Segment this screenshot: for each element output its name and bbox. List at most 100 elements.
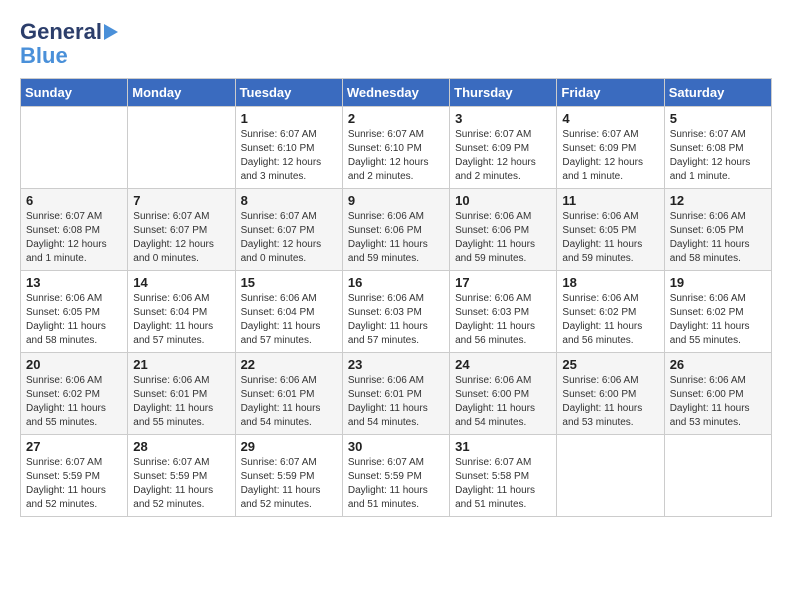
cell-info: Sunrise: 6:06 AM Sunset: 6:05 PM Dayligh… xyxy=(562,210,658,266)
day-number: 15 xyxy=(241,275,337,290)
cell-info: Sunrise: 6:06 AM Sunset: 6:02 PM Dayligh… xyxy=(670,292,766,348)
column-header-saturday: Saturday xyxy=(664,79,771,107)
day-number: 26 xyxy=(670,357,766,372)
cell-info: Sunrise: 6:06 AM Sunset: 6:05 PM Dayligh… xyxy=(26,292,122,348)
column-header-thursday: Thursday xyxy=(450,79,557,107)
day-number: 29 xyxy=(241,439,337,454)
calendar-cell: 12 Sunrise: 6:06 AM Sunset: 6:05 PM Dayli… xyxy=(664,189,771,271)
cell-info: Sunrise: 6:06 AM Sunset: 6:00 PM Dayligh… xyxy=(562,374,658,430)
cell-info: Sunrise: 6:06 AM Sunset: 6:01 PM Dayligh… xyxy=(241,374,337,430)
cell-info: Sunrise: 6:07 AM Sunset: 6:10 PM Dayligh… xyxy=(348,128,444,184)
cell-info: Sunrise: 6:06 AM Sunset: 6:05 PM Dayligh… xyxy=(670,210,766,266)
calendar-cell: 15 Sunrise: 6:06 AM Sunset: 6:04 PM Dayli… xyxy=(235,271,342,353)
logo-arrow-icon xyxy=(104,24,118,40)
cell-info: Sunrise: 6:07 AM Sunset: 6:09 PM Dayligh… xyxy=(562,128,658,184)
logo: General Blue xyxy=(20,20,118,68)
week-row-5: 27 Sunrise: 6:07 AM Sunset: 5:59 PM Dayli… xyxy=(21,435,772,517)
cell-info: Sunrise: 6:06 AM Sunset: 6:06 PM Dayligh… xyxy=(348,210,444,266)
calendar-cell: 26 Sunrise: 6:06 AM Sunset: 6:00 PM Dayli… xyxy=(664,353,771,435)
day-number: 14 xyxy=(133,275,229,290)
calendar-cell xyxy=(557,435,664,517)
day-number: 22 xyxy=(241,357,337,372)
calendar-cell: 18Sunrise: 6:06 AM Sunset: 6:02 PM Dayli… xyxy=(557,271,664,353)
week-row-2: 6 Sunrise: 6:07 AM Sunset: 6:08 PM Daylig… xyxy=(21,189,772,271)
calendar-cell: 22 Sunrise: 6:06 AM Sunset: 6:01 PM Dayli… xyxy=(235,353,342,435)
day-number: 24 xyxy=(455,357,551,372)
calendar-cell: 27 Sunrise: 6:07 AM Sunset: 5:59 PM Dayli… xyxy=(21,435,128,517)
calendar-table: SundayMondayTuesdayWednesdayThursdayFrid… xyxy=(20,78,772,517)
cell-info: Sunrise: 6:06 AM Sunset: 6:03 PM Dayligh… xyxy=(455,292,551,348)
day-number: 30 xyxy=(348,439,444,454)
cell-info: Sunrise: 6:06 AM Sunset: 6:04 PM Dayligh… xyxy=(133,292,229,348)
cell-info: Sunrise: 6:07 AM Sunset: 6:09 PM Dayligh… xyxy=(455,128,551,184)
cell-info: Sunrise: 6:06 AM Sunset: 6:06 PM Dayligh… xyxy=(455,210,551,266)
week-row-1: 1 Sunrise: 6:07 AM Sunset: 6:10 PM Daylig… xyxy=(21,107,772,189)
calendar-cell: 30Sunrise: 6:07 AM Sunset: 5:59 PM Dayli… xyxy=(342,435,449,517)
calendar-cell: 10 Sunrise: 6:06 AM Sunset: 6:06 PM Dayli… xyxy=(450,189,557,271)
day-number: 27 xyxy=(26,439,122,454)
day-number: 12 xyxy=(670,193,766,208)
calendar-body: 1 Sunrise: 6:07 AM Sunset: 6:10 PM Daylig… xyxy=(21,107,772,517)
cell-info: Sunrise: 6:06 AM Sunset: 6:00 PM Dayligh… xyxy=(455,374,551,430)
calendar-cell xyxy=(128,107,235,189)
cell-info: Sunrise: 6:07 AM Sunset: 6:07 PM Dayligh… xyxy=(133,210,229,266)
calendar-cell: 20Sunrise: 6:06 AM Sunset: 6:02 PM Dayli… xyxy=(21,353,128,435)
day-number: 6 xyxy=(26,193,122,208)
cell-info: Sunrise: 6:07 AM Sunset: 5:58 PM Dayligh… xyxy=(455,456,551,512)
calendar-cell: 11 Sunrise: 6:06 AM Sunset: 6:05 PM Dayli… xyxy=(557,189,664,271)
day-number: 1 xyxy=(241,111,337,126)
day-number: 28 xyxy=(133,439,229,454)
day-number: 17 xyxy=(455,275,551,290)
day-number: 23 xyxy=(348,357,444,372)
calendar-cell: 4 Sunrise: 6:07 AM Sunset: 6:09 PM Daylig… xyxy=(557,107,664,189)
calendar-cell: 8Sunrise: 6:07 AM Sunset: 6:07 PM Daylig… xyxy=(235,189,342,271)
day-number: 18 xyxy=(562,275,658,290)
calendar-cell: 23Sunrise: 6:06 AM Sunset: 6:01 PM Dayli… xyxy=(342,353,449,435)
column-header-friday: Friday xyxy=(557,79,664,107)
calendar-cell: 1 Sunrise: 6:07 AM Sunset: 6:10 PM Daylig… xyxy=(235,107,342,189)
day-number: 11 xyxy=(562,193,658,208)
cell-info: Sunrise: 6:07 AM Sunset: 5:59 PM Dayligh… xyxy=(26,456,122,512)
cell-info: Sunrise: 6:07 AM Sunset: 5:59 PM Dayligh… xyxy=(133,456,229,512)
cell-info: Sunrise: 6:07 AM Sunset: 6:10 PM Dayligh… xyxy=(241,128,337,184)
calendar-cell: 13Sunrise: 6:06 AM Sunset: 6:05 PM Dayli… xyxy=(21,271,128,353)
column-header-sunday: Sunday xyxy=(21,79,128,107)
page-header: General Blue xyxy=(20,20,772,68)
calendar-cell: 31Sunrise: 6:07 AM Sunset: 5:58 PM Dayli… xyxy=(450,435,557,517)
day-number: 5 xyxy=(670,111,766,126)
calendar-cell: 2 Sunrise: 6:07 AM Sunset: 6:10 PM Daylig… xyxy=(342,107,449,189)
cell-info: Sunrise: 6:07 AM Sunset: 6:07 PM Dayligh… xyxy=(241,210,337,266)
calendar-cell: 9 Sunrise: 6:06 AM Sunset: 6:06 PM Daylig… xyxy=(342,189,449,271)
cell-info: Sunrise: 6:06 AM Sunset: 6:03 PM Dayligh… xyxy=(348,292,444,348)
calendar-cell xyxy=(664,435,771,517)
week-row-4: 20Sunrise: 6:06 AM Sunset: 6:02 PM Dayli… xyxy=(21,353,772,435)
calendar-cell: 21 Sunrise: 6:06 AM Sunset: 6:01 PM Dayli… xyxy=(128,353,235,435)
calendar-cell: 16Sunrise: 6:06 AM Sunset: 6:03 PM Dayli… xyxy=(342,271,449,353)
day-number: 25 xyxy=(562,357,658,372)
logo-text-blue: Blue xyxy=(20,44,68,68)
calendar-cell: 29 Sunrise: 6:07 AM Sunset: 5:59 PM Dayli… xyxy=(235,435,342,517)
cell-info: Sunrise: 6:06 AM Sunset: 6:01 PM Dayligh… xyxy=(133,374,229,430)
cell-info: Sunrise: 6:06 AM Sunset: 6:04 PM Dayligh… xyxy=(241,292,337,348)
cell-info: Sunrise: 6:07 AM Sunset: 5:59 PM Dayligh… xyxy=(241,456,337,512)
column-header-monday: Monday xyxy=(128,79,235,107)
day-number: 21 xyxy=(133,357,229,372)
calendar-cell: 3 Sunrise: 6:07 AM Sunset: 6:09 PM Daylig… xyxy=(450,107,557,189)
column-header-wednesday: Wednesday xyxy=(342,79,449,107)
column-header-tuesday: Tuesday xyxy=(235,79,342,107)
day-number: 19 xyxy=(670,275,766,290)
day-number: 10 xyxy=(455,193,551,208)
day-number: 9 xyxy=(348,193,444,208)
day-number: 20 xyxy=(26,357,122,372)
calendar-cell: 28 Sunrise: 6:07 AM Sunset: 5:59 PM Dayli… xyxy=(128,435,235,517)
logo-text-general: General xyxy=(20,20,102,44)
calendar-cell: 5 Sunrise: 6:07 AM Sunset: 6:08 PM Daylig… xyxy=(664,107,771,189)
cell-info: Sunrise: 6:07 AM Sunset: 6:08 PM Dayligh… xyxy=(26,210,122,266)
calendar-cell: 25 Sunrise: 6:06 AM Sunset: 6:00 PM Dayli… xyxy=(557,353,664,435)
day-number: 2 xyxy=(348,111,444,126)
day-number: 4 xyxy=(562,111,658,126)
day-number: 7 xyxy=(133,193,229,208)
cell-info: Sunrise: 6:07 AM Sunset: 6:08 PM Dayligh… xyxy=(670,128,766,184)
cell-info: Sunrise: 6:06 AM Sunset: 6:00 PM Dayligh… xyxy=(670,374,766,430)
day-number: 3 xyxy=(455,111,551,126)
